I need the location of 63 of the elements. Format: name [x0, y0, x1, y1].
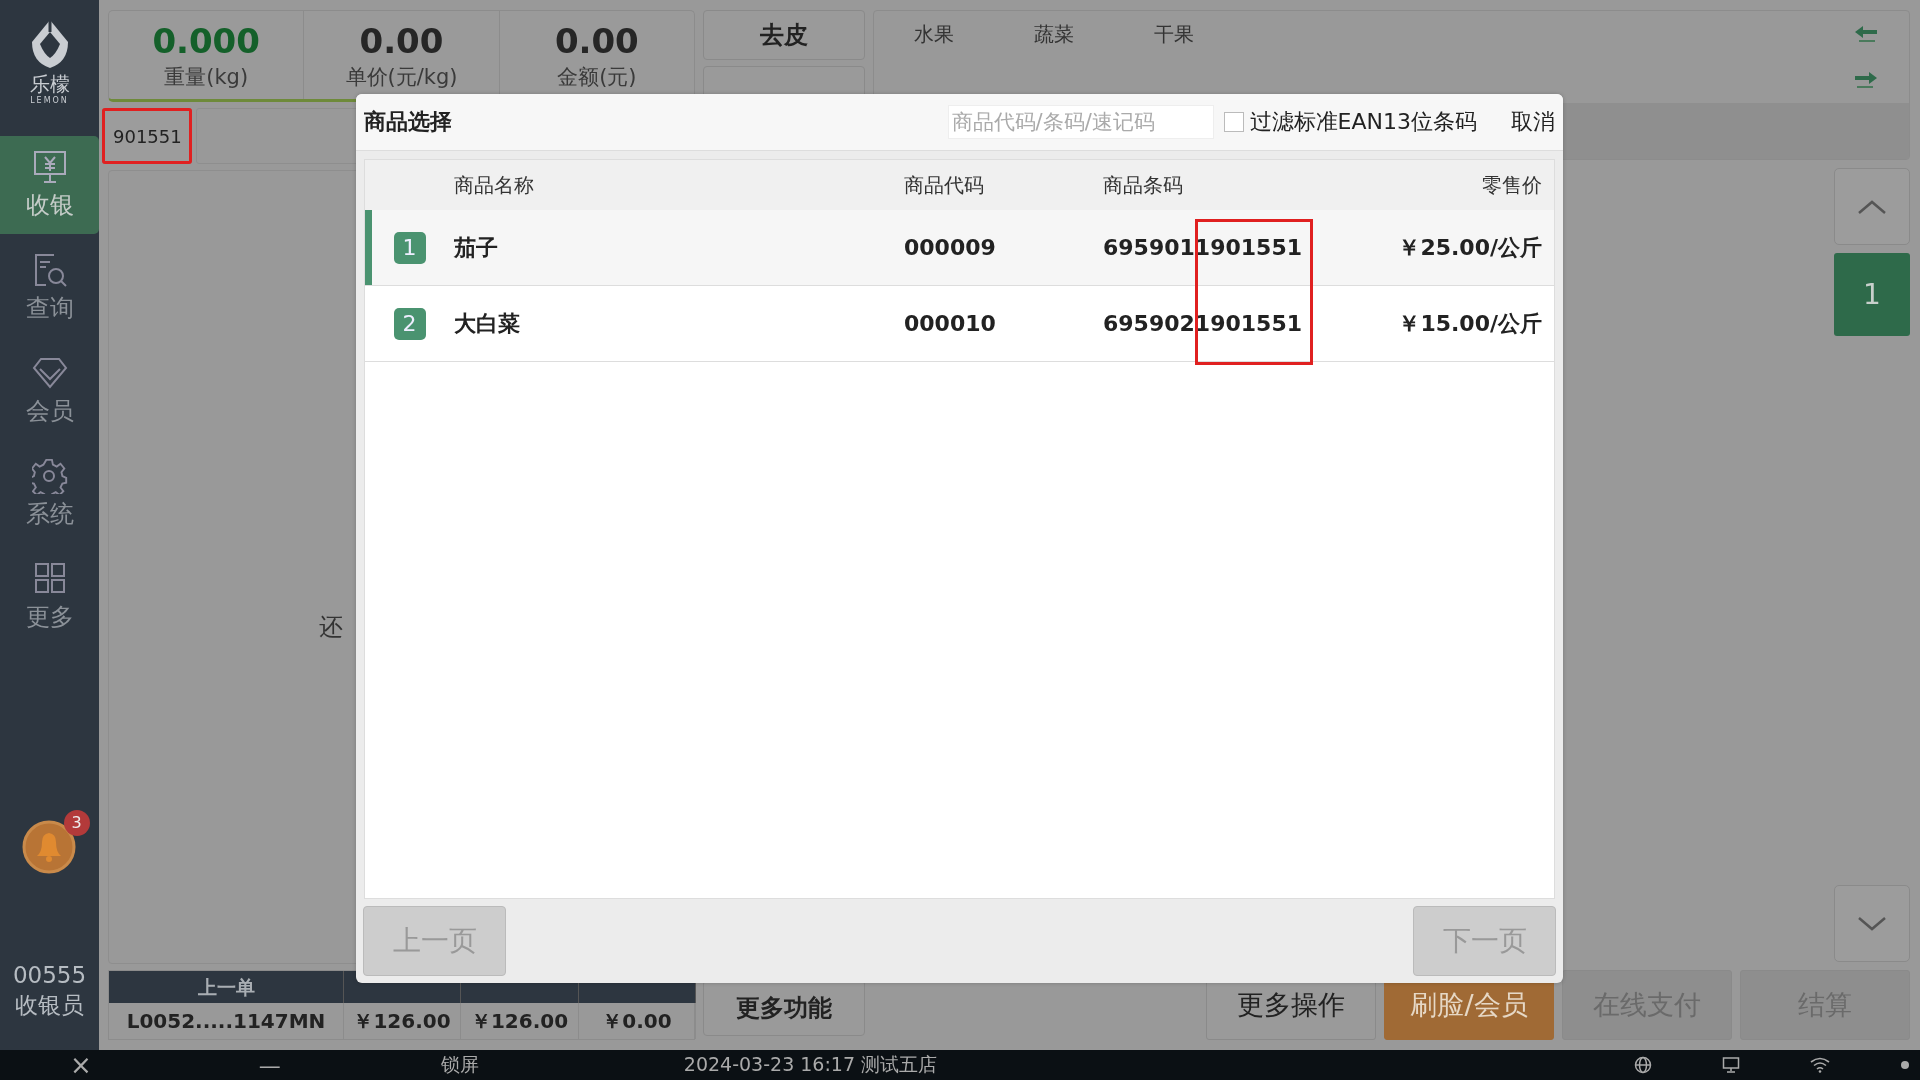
scale-label: 单价(元/kg): [345, 64, 458, 91]
table-cell: ￥0.00: [579, 1003, 696, 1039]
chevron-up-icon: [1857, 198, 1887, 215]
category-tab[interactable]: 蔬菜: [1034, 20, 1154, 48]
wifi-icon: [1810, 1057, 1830, 1073]
settings-icon: [31, 458, 68, 494]
logo-subtitle: LEMON: [30, 96, 69, 105]
status-text: 2024-03-23 16:17 测试五店: [683, 1052, 938, 1077]
diamond-icon: [31, 355, 68, 391]
scale-reading: 0.00: [359, 20, 444, 63]
search-field[interactable]: 商品代码/条码/速记码: [947, 105, 1214, 139]
nav-item[interactable]: 查询: [0, 239, 99, 337]
checkbox[interactable]: [1223, 112, 1244, 132]
empty-cart-text: 还: [319, 612, 343, 643]
globe-icon: [1634, 1056, 1652, 1074]
monitor-icon: [31, 149, 68, 185]
minimize-button[interactable]: —: [258, 1052, 281, 1078]
checkbox-label: 过滤标准EAN13位条码: [1249, 108, 1477, 136]
scale-reading: 0.00: [554, 20, 639, 63]
cashier-id: 00555: [12, 961, 87, 990]
nav-item[interactable]: 更多: [0, 548, 99, 646]
arrow-right-icon[interactable]: [1853, 70, 1879, 90]
table-cell: 000010: [904, 311, 996, 336]
page-number-button[interactable]: 1: [1834, 253, 1910, 336]
arrow-left-icon[interactable]: [1853, 24, 1879, 44]
monitor-icon: [1722, 1056, 1740, 1074]
close-button[interactable]: ×: [70, 1050, 92, 1080]
table-cell: ￥126.00: [461, 1003, 579, 1039]
scale-button[interactable]: 去皮: [703, 10, 865, 60]
scroll-up-button[interactable]: [1834, 168, 1910, 245]
column-header: 零售价: [1481, 171, 1543, 199]
status-dot-icon: [1900, 1060, 1910, 1070]
barcode-input[interactable]: 901551: [102, 108, 192, 164]
column-header: 商品代码: [904, 171, 985, 199]
table-cell: 000009: [904, 235, 996, 260]
category-tab[interactable]: 水果: [914, 20, 1034, 48]
cancel-button[interactable]: 取消: [1511, 107, 1555, 137]
nav-item[interactable]: 收银: [0, 136, 99, 234]
row-number: 2: [393, 307, 426, 340]
table-cell: ￥25.00/公斤: [1398, 234, 1542, 260]
chevron-down-icon: [1857, 915, 1887, 932]
cashier-role: 收银员: [15, 991, 84, 1020]
scroll-down-button[interactable]: [1834, 885, 1910, 962]
table-cell: ￥126.00: [344, 1003, 461, 1039]
nav-item[interactable]: 系统: [0, 445, 99, 543]
dialog-title: 商品选择: [364, 108, 452, 136]
lock-screen-button[interactable]: 锁屏: [440, 1052, 479, 1078]
scale-label: 重量(kg): [164, 64, 249, 91]
notification-badge: 3: [63, 810, 90, 836]
column-header: 商品条码: [1103, 171, 1184, 199]
logo-text: 乐檬: [29, 72, 70, 96]
column-header: 商品名称: [454, 171, 535, 199]
table-cell: 茄子: [454, 234, 498, 260]
row-number: 1: [393, 231, 426, 264]
category-tab[interactable]: 干果: [1154, 20, 1274, 48]
nav-item[interactable]: 会员: [0, 342, 99, 440]
table-cell: 大白菜: [454, 310, 520, 336]
table-cell: ￥15.00/公斤: [1398, 310, 1542, 336]
scale-reading: 0.000: [152, 20, 260, 63]
scale-label: 金额(元): [557, 64, 637, 91]
column-header: 上一单: [109, 971, 344, 1003]
more-functions-button[interactable]: 更多功能: [703, 980, 865, 1036]
table-cell: L0052.....1147MN: [109, 1003, 344, 1039]
